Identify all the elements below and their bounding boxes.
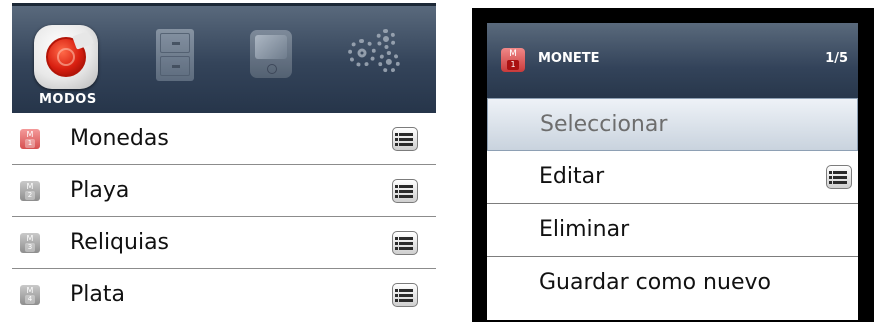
file-cabinet-icon[interactable]: [156, 29, 194, 81]
menu-item-guardar-como-nuevo[interactable]: Guardar como nuevo: [487, 257, 858, 310]
device-icon[interactable]: [250, 30, 292, 78]
modes-screen: MODOS M 1 Monedas M 2 Playa M 3 Reliquia…: [12, 3, 436, 324]
coin-tip-icon: [72, 30, 94, 50]
menu-item-seleccionar[interactable]: Seleccionar: [487, 98, 858, 151]
menu-item-label: Eliminar: [539, 217, 630, 242]
list-item-monedas[interactable]: M 1 Monedas: [12, 113, 436, 165]
drawer-top: [160, 33, 190, 53]
gear-medium-icon: [378, 51, 400, 73]
menu-item-eliminar[interactable]: Eliminar: [487, 204, 858, 257]
dialog-title: MONETE: [538, 51, 600, 66]
menu-item-label: Editar: [539, 164, 605, 189]
header-toolbar: MODOS: [12, 3, 436, 113]
dialog-header: M 1 MONETE 1/5: [487, 23, 858, 98]
mode-4-icon: M 4: [20, 285, 40, 305]
list-options-icon[interactable]: [392, 231, 418, 255]
list-item-label: Reliquias: [70, 230, 170, 255]
menu-item-editar[interactable]: Editar: [487, 151, 858, 204]
modes-list: M 1 Monedas M 2 Playa M 3 Reliquias M 4 …: [12, 113, 436, 321]
mode-2-icon: M 2: [20, 181, 40, 201]
mode-options-dialog: M 1 MONETE 1/5 Seleccionar Editar Elimin…: [487, 23, 858, 320]
list-item-label: Playa: [70, 178, 130, 203]
gear-small-icon: [376, 29, 396, 49]
mode-1-icon: M 1: [501, 48, 525, 72]
mode-3-icon: M 3: [20, 233, 40, 253]
list-item-label: Plata: [70, 282, 125, 307]
gear-large-icon: [348, 39, 376, 67]
gears-icon[interactable]: [348, 29, 408, 77]
device-pad: [267, 64, 277, 74]
drawer-bottom: [160, 56, 190, 76]
list-item-playa[interactable]: M 2 Playa: [12, 165, 436, 217]
list-item-plata[interactable]: M 4 Plata: [12, 269, 436, 321]
list-item-label: Monedas: [70, 126, 169, 151]
mode-1-icon: M 1: [20, 129, 40, 149]
modes-coin-icon[interactable]: [34, 25, 98, 89]
menu-item-label: Guardar como nuevo: [539, 270, 771, 295]
dialog-menu: Seleccionar Editar Eliminar Guardar como…: [487, 98, 858, 310]
menu-item-label: Seleccionar: [540, 112, 668, 137]
list-options-icon[interactable]: [826, 165, 852, 189]
device-screen: [255, 35, 287, 59]
list-options-icon[interactable]: [392, 127, 418, 151]
list-options-icon[interactable]: [392, 179, 418, 203]
context-menu-screen: M 1 MONETE 1/5 Seleccionar Editar Elimin…: [472, 8, 874, 322]
list-item-reliquias[interactable]: M 3 Reliquias: [12, 217, 436, 269]
list-options-icon[interactable]: [392, 283, 418, 307]
header-top-border: [12, 3, 436, 6]
active-tab-label: MODOS: [39, 92, 97, 107]
page-indicator: 1/5: [825, 51, 848, 66]
